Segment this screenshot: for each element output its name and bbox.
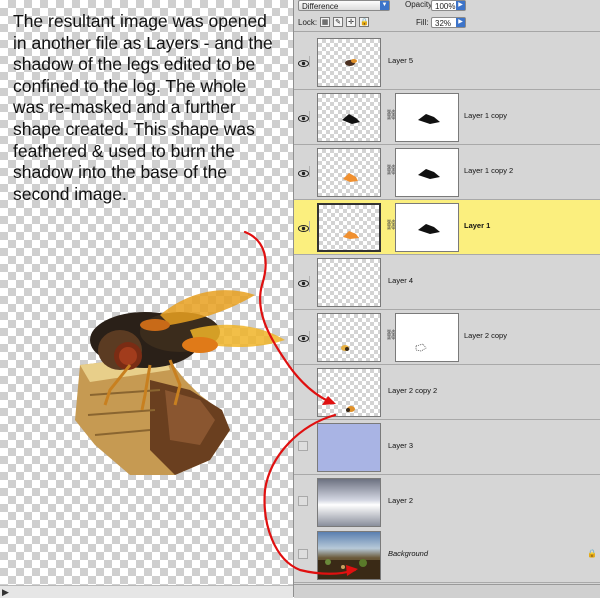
layer-name: Layer 4 [388, 276, 414, 285]
layer-name: Layer 1 [464, 221, 491, 230]
layer-row[interactable]: ⛓ Layer 1 copy 2 [294, 145, 600, 200]
move-lock-icon[interactable]: ✛ [346, 17, 356, 27]
panel-footer [294, 584, 600, 598]
layer-row[interactable]: Layer 2 copy 2 [294, 365, 600, 420]
chevron-down-icon: ▶ [456, 18, 465, 27]
opacity-field[interactable]: 100% ▶ [431, 0, 466, 11]
opacity-label: Opacity: [405, 0, 435, 9]
layer-thumbnail [317, 368, 381, 417]
layer-name: Layer 5 [388, 56, 414, 65]
layer-name: Layer 1 copy [464, 111, 507, 120]
layer-name: Layer 2 copy 2 [388, 386, 438, 395]
eye-icon[interactable] [298, 166, 310, 177]
visibility-toggle-empty[interactable] [298, 549, 308, 559]
layer-name: Layer 1 copy 2 [464, 166, 514, 175]
layer-mask-thumbnail[interactable] [395, 148, 459, 197]
chevron-down-icon: ▶ [456, 1, 465, 10]
layer-name: Layer 2 [388, 496, 414, 505]
layer-row[interactable]: Layer 5 [294, 35, 600, 90]
layer-row[interactable]: Layer 2 [294, 475, 600, 530]
fill-field[interactable]: 32% ▶ [431, 17, 466, 28]
opacity-value: 100% [435, 2, 456, 11]
layer-row[interactable]: ⛓ Layer 2 copy [294, 310, 600, 365]
layer-thumbnail [317, 478, 381, 527]
layer-name: Layer 3 [388, 441, 414, 450]
visibility-toggle-empty[interactable] [298, 441, 308, 451]
document-canvas[interactable]: The resultant image was opened in anothe… [0, 0, 293, 598]
horizontal-scrollbar[interactable]: ▶ [0, 585, 293, 598]
visibility-toggle-empty[interactable] [298, 496, 308, 506]
brush-lock-icon[interactable]: ✎ [333, 17, 343, 27]
layer-thumbnail [317, 203, 381, 252]
layer-mask-thumbnail[interactable] [395, 203, 459, 252]
eye-icon[interactable] [298, 331, 310, 342]
layer-row[interactable]: Background 🔒 [294, 528, 600, 583]
fly-on-log-image [75, 290, 285, 475]
blend-mode-value: Difference [302, 2, 339, 11]
layer-name: Layer 2 copy [464, 331, 507, 340]
layer-row-selected[interactable]: ⛓ Layer 1 [294, 200, 600, 255]
layer-thumbnail [317, 148, 381, 197]
layer-row[interactable]: Layer 4 [294, 255, 600, 310]
blend-mode-select[interactable]: Difference ▼ [298, 0, 390, 11]
layer-row[interactable]: Layer 3 [294, 420, 600, 475]
layers-panel: Difference ▼ Opacity: 100% ▶ Lock: ▦ ✎ ✛… [293, 0, 600, 598]
eye-icon[interactable] [298, 221, 310, 232]
layer-row[interactable]: ⛓ Layer 1 copy [294, 90, 600, 145]
lock-label: Lock: [298, 18, 318, 27]
layer-thumbnail [317, 313, 381, 362]
eye-icon[interactable] [298, 111, 310, 122]
layer-thumbnail [317, 93, 381, 142]
layer-thumbnail [317, 423, 381, 472]
blend-options-bar: Difference ▼ Opacity: 100% ▶ [294, 0, 600, 12]
chevron-down-icon: ▼ [380, 1, 389, 10]
layer-mask-thumbnail[interactable] [395, 93, 459, 142]
eye-icon[interactable] [298, 276, 310, 287]
fill-value: 32% [435, 19, 452, 28]
fill-label: Fill: [416, 18, 429, 27]
layer-thumbnail [317, 258, 381, 307]
layer-thumbnail [317, 531, 381, 580]
eye-icon[interactable] [298, 56, 310, 67]
layer-thumbnail [317, 38, 381, 87]
padlock-icon[interactable]: 🔒 [359, 17, 369, 27]
layer-mask-thumbnail[interactable] [395, 313, 459, 362]
padlock-icon: 🔒 [587, 549, 597, 558]
layer-name: Background [388, 549, 429, 558]
transparency-lock-icon[interactable]: ▦ [320, 17, 330, 27]
lock-options-bar: Lock: ▦ ✎ ✛ 🔒 Fill: 32% ▶ [294, 14, 600, 32]
scroll-left-icon[interactable]: ▶ [2, 587, 9, 598]
annotation-text: The resultant image was opened in anothe… [13, 11, 273, 204]
